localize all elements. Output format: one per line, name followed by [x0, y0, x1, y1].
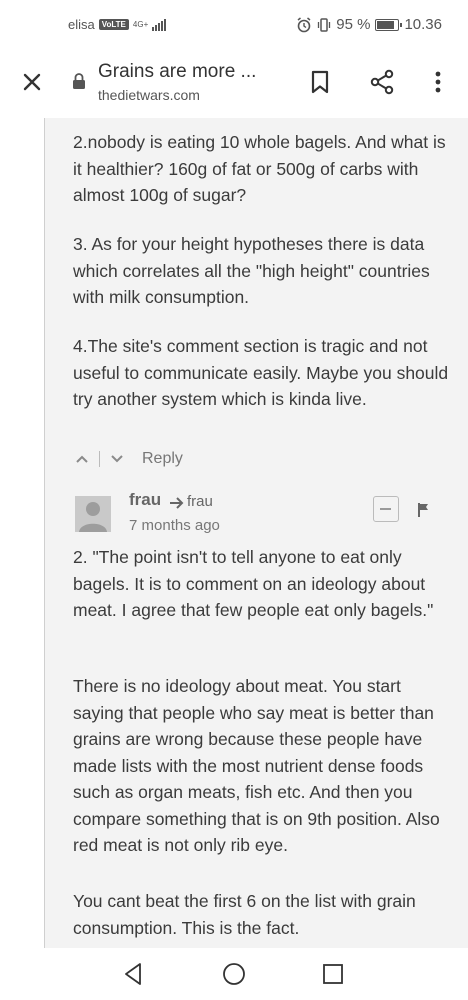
status-left: elisa VoLTE 4G+ — [68, 17, 167, 32]
nav-back-icon[interactable] — [121, 960, 145, 988]
nav-recent-icon[interactable] — [322, 963, 344, 985]
status-bar: elisa VoLTE 4G+ 95 % 10.36 — [0, 0, 468, 52]
comment-paragraph: 4.The site's comment section is tragic a… — [73, 336, 449, 409]
alarm-icon — [297, 16, 311, 32]
collapse-button[interactable] — [373, 496, 399, 522]
reply-arrow-icon — [170, 497, 184, 509]
vibrate-icon — [318, 17, 331, 32]
battery-icon — [375, 18, 403, 31]
flag-icon[interactable] — [417, 502, 431, 518]
chevron-up-icon[interactable] — [75, 454, 89, 464]
bookmark-icon[interactable] — [307, 68, 333, 96]
comment-paragraph: 2. "The point isn't to tell anyone to ea… — [73, 547, 434, 620]
comment-paragraph: 2.nobody is eating 10 whole bagels. And … — [73, 132, 446, 205]
network-type: 4G+ — [132, 19, 149, 29]
comment-author[interactable]: frau — [129, 490, 161, 510]
comment-paragraph: There is no ideology about meat. You sta… — [73, 676, 440, 855]
page-url[interactable]: thedietwars.com — [98, 87, 200, 103]
avatar[interactable] — [75, 496, 111, 532]
browser-toolbar: Grains are more ... thedietwars.com — [0, 52, 468, 112]
comment-timestamp[interactable]: 7 months ago — [129, 517, 220, 534]
divider — [99, 451, 100, 467]
battery-percent: 95 % — [336, 16, 371, 33]
comment-paragraph: You cant beat the first 6 on the list wi… — [73, 891, 416, 938]
signal-icon — [152, 18, 167, 31]
navigation-bar — [0, 948, 468, 1000]
comment-thread: 2.nobody is eating 10 whole bagels. And … — [44, 118, 468, 948]
more-vert-icon[interactable] — [428, 68, 448, 96]
carrier-name: elisa — [68, 17, 95, 32]
reply-to-author[interactable]: frau — [187, 493, 213, 510]
clock: 10.36 — [404, 16, 442, 33]
volte-badge: VoLTE — [98, 19, 129, 30]
comment-paragraph: 3. As for your height hypotheses there i… — [73, 234, 430, 307]
lock-icon — [73, 73, 85, 89]
comment-actions: Reply — [75, 450, 183, 468]
reply-button[interactable]: Reply — [142, 450, 183, 468]
status-right: 95 % 10.36 — [296, 16, 442, 33]
nav-home-icon[interactable] — [222, 962, 246, 986]
page-title[interactable]: Grains are more ... — [98, 61, 256, 83]
close-icon[interactable] — [18, 68, 46, 96]
chevron-down-icon[interactable] — [110, 454, 124, 464]
avatar-icon — [79, 502, 107, 532]
share-icon[interactable] — [368, 68, 396, 96]
